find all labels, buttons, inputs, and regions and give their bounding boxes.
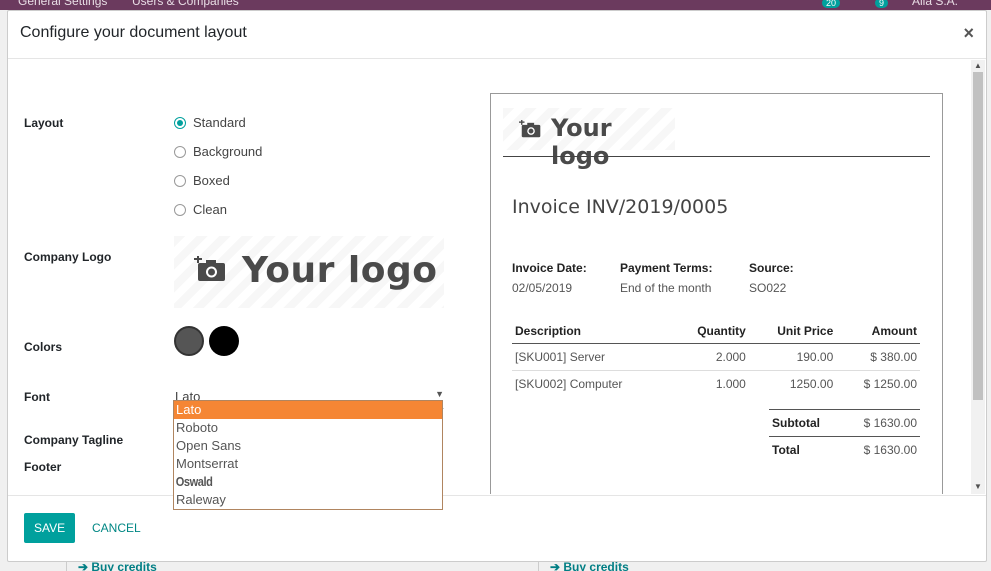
meta-value: SO022 xyxy=(749,281,787,295)
table-row: [SKU001] Server 2.000 190.00 $ 380.00 xyxy=(512,343,920,371)
nav-general-settings[interactable]: General Settings xyxy=(18,0,107,8)
buy-credits-link[interactable]: ➔ Buy credits xyxy=(550,562,629,571)
meta-label: Source: xyxy=(749,261,794,275)
primary-color-swatch[interactable] xyxy=(174,326,204,356)
modal-body: Layout Standard Background Boxed Clean C… xyxy=(8,60,971,494)
secondary-color-swatch[interactable] xyxy=(209,326,239,356)
meta-value: End of the month xyxy=(620,281,712,295)
meta-label: Invoice Date: xyxy=(512,261,587,275)
radio-icon[interactable] xyxy=(174,174,186,187)
subtotal-value: $ 1630.00 xyxy=(840,409,920,437)
font-option-raleway[interactable]: Raleway xyxy=(174,491,442,509)
font-label: Font xyxy=(24,390,50,404)
table-row: [SKU002] Computer 1.000 1250.00 $ 1250.0… xyxy=(512,371,920,398)
layout-label: Layout xyxy=(24,116,64,130)
layout-option-label: Standard xyxy=(193,115,246,130)
message-count-badge[interactable]: 9 xyxy=(875,0,889,8)
header-divider xyxy=(503,156,930,157)
total-label: Total xyxy=(769,436,841,463)
font-dropdown-list[interactable]: Lato Roboto Open Sans Montserrat Oswald … xyxy=(173,400,443,510)
font-option-montserrat[interactable]: Montserrat xyxy=(174,455,442,473)
close-icon[interactable]: × xyxy=(963,23,974,44)
layout-option-clean[interactable]: Clean xyxy=(174,202,227,217)
activity-count-badge[interactable]: 20 xyxy=(822,0,841,8)
divider xyxy=(538,562,539,571)
meta-value: 02/05/2019 xyxy=(512,281,573,295)
footer-label: Footer xyxy=(24,460,62,474)
subtotal-label: Subtotal xyxy=(769,409,841,437)
camera-icon xyxy=(194,256,225,281)
invoice-lines-table: Description Quantity Unit Price Amount [… xyxy=(512,319,920,397)
meta-label: Payment Terms: xyxy=(620,261,713,275)
scroll-up-icon[interactable]: ▲ xyxy=(974,61,982,70)
preview-logo-text: Your logo xyxy=(551,114,612,170)
document-layout-dialog: Configure your document layout × Layout … xyxy=(7,10,987,562)
modal-header: Configure your document layout × xyxy=(8,11,986,59)
column-header: Amount xyxy=(836,319,920,344)
scroll-down-icon[interactable]: ▼ xyxy=(974,482,982,491)
column-header: Unit Price xyxy=(748,319,837,344)
table-header-row: Description Quantity Unit Price Amount xyxy=(512,319,920,344)
total-row: Total $ 1630.00 xyxy=(769,436,920,463)
radio-icon[interactable] xyxy=(174,203,186,216)
cell-quantity: 2.000 xyxy=(671,343,749,371)
cancel-button[interactable]: Cancel xyxy=(84,513,149,543)
layout-option-label: Boxed xyxy=(193,173,230,188)
app-topbar: General Settings Users & Companies 20 9 … xyxy=(0,0,991,10)
modal-footer: Save Cancel xyxy=(8,495,986,561)
logo-placeholder-text: Your logo xyxy=(242,250,438,291)
subtotal-row: Subtotal $ 1630.00 xyxy=(769,409,920,437)
column-header: Quantity xyxy=(671,319,749,344)
nav-users-companies[interactable]: Users & Companies xyxy=(132,0,239,8)
modal-scrollbar[interactable]: ▲ ▼ xyxy=(971,60,985,494)
cell-unit-price: 190.00 xyxy=(748,343,837,371)
company-logo-upload[interactable]: Your logo xyxy=(174,236,444,308)
modal-title: Configure your document layout xyxy=(20,24,247,41)
font-option-lato[interactable]: Lato xyxy=(174,401,442,419)
cell-quantity: 1.000 xyxy=(715,377,746,391)
radio-checked-icon[interactable] xyxy=(174,116,186,129)
payment-terms-block: Payment Terms: End of the month xyxy=(620,261,712,295)
cell-amount: $ 380.00 xyxy=(836,343,920,371)
cell-unit-price: 1250.00 xyxy=(789,377,834,391)
divider xyxy=(66,562,67,571)
company-tagline-label: Company Tagline xyxy=(24,433,124,447)
company-logo-label: Company Logo xyxy=(24,250,112,264)
buy-credits-link[interactable]: ➔ Buy credits xyxy=(78,562,157,571)
totals-table: Subtotal $ 1630.00 Total $ 1630.00 xyxy=(769,409,920,463)
invoice-preview: Your logo Invoice INV/2019/0005 Invoice … xyxy=(490,93,943,494)
preview-logo: Your logo xyxy=(503,108,675,170)
font-option-oswald[interactable]: Oswald xyxy=(174,473,402,491)
layout-option-label: Clean xyxy=(193,202,227,217)
radio-icon[interactable] xyxy=(174,145,186,158)
layout-option-boxed[interactable]: Boxed xyxy=(174,173,230,188)
save-button[interactable]: Save xyxy=(24,513,76,543)
font-option-roboto[interactable]: Roboto xyxy=(174,419,442,437)
total-value: $ 1630.00 xyxy=(840,436,920,463)
layout-option-label: Background xyxy=(193,144,263,159)
layout-option-standard[interactable]: Standard xyxy=(174,115,246,130)
colors-label: Colors xyxy=(24,340,63,354)
source-block: Source: SO022 xyxy=(749,261,794,295)
camera-icon xyxy=(519,120,541,138)
cell-description: [SKU002] Computer xyxy=(515,377,623,391)
user-menu[interactable]: Alia S.A. xyxy=(912,0,958,8)
background-settings-footer: ➔ Buy credits ➔ Buy credits xyxy=(0,562,991,571)
scrollbar-thumb[interactable] xyxy=(973,72,983,400)
font-option-open-sans[interactable]: Open Sans xyxy=(174,437,442,455)
cell-amount: $ 1250.00 xyxy=(863,377,917,391)
layout-option-background[interactable]: Background xyxy=(174,144,262,159)
column-header: Description xyxy=(512,319,672,344)
caret-down-icon: ▼ xyxy=(435,389,444,399)
cell-description: [SKU001] Server xyxy=(512,343,672,371)
invoice-title: Invoice INV/2019/0005 xyxy=(512,196,729,218)
invoice-date-block: Invoice Date: 02/05/2019 xyxy=(512,261,587,295)
